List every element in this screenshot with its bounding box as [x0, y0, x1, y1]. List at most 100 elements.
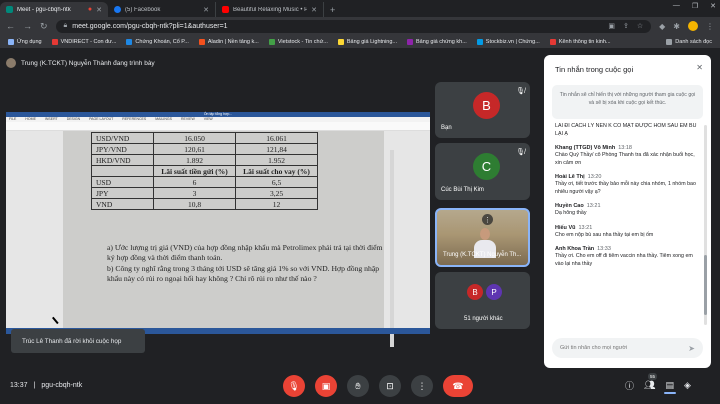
- lock-icon: 🔒︎: [63, 22, 68, 29]
- share-icon[interactable]: ⇪: [623, 22, 629, 30]
- presenter-avatar: [6, 58, 16, 68]
- question-b: b) Công ty nghĩ rằng trong 3 tháng tới U…: [107, 264, 380, 283]
- browser-tab-facebook[interactable]: (5) Facebook ✕: [108, 2, 216, 17]
- bookmark-label: Ứng dụng: [17, 38, 42, 45]
- table-cell: 121,84: [235, 143, 318, 155]
- meet-control-bar: 13:37 | pgu-cbqh-ntk 🎙︎ ▣ ✋︎ ⊡ ⋮ ☎︎ ⓘ 👥︎…: [0, 368, 720, 404]
- bookmark-item[interactable]: Ứng dụng: [4, 38, 46, 45]
- table-row: Lãi suất tiền gửi (%) Lãi suất cho vay (%…: [91, 165, 318, 177]
- chat-message-text: Thầy ơi, tiết trước thầy bảo mỗi này chi…: [555, 181, 696, 195]
- present-button[interactable]: ⊡: [379, 375, 401, 397]
- bookmark-star-icon[interactable]: ☆: [637, 22, 643, 30]
- puzzle-icon[interactable]: ✱: [673, 22, 680, 31]
- hand-icon: ✋︎: [355, 380, 361, 391]
- window-controls: — ❐ ✕: [673, 2, 716, 10]
- close-tab-icon[interactable]: ✕: [96, 6, 102, 14]
- ribbon-tab: INSERT: [44, 117, 58, 121]
- clock-time: 13:37: [10, 382, 28, 389]
- site-favicon-icon: [198, 38, 205, 45]
- table-row: USD/VND 16.050 16.061: [91, 132, 318, 144]
- participant-tile-others[interactable]: B P 51 người khác: [435, 272, 530, 329]
- message-time: 13:20: [587, 174, 602, 180]
- chat-message: Khang (TTGD) Võ Minh 13:18 Chào Quý Thầy/…: [555, 144, 701, 167]
- sender-name: Hiếu Vũ: [555, 224, 576, 231]
- close-window-icon[interactable]: ✕: [710, 2, 716, 10]
- tab-title: Meet - pgu-cbqh-ntk: [17, 6, 71, 13]
- camera-indicator-icon[interactable]: ▣: [608, 22, 615, 30]
- address-bar-row: ← → ↻ 🔒︎ meet.google.com/pgu-cbqh-ntk?pl…: [0, 17, 720, 35]
- chat-notice: Tin nhắn sẽ chỉ hiển thị với những người…: [552, 85, 703, 119]
- sender-name: Anh Khoa Trần: [555, 246, 595, 252]
- apps-grid-icon: [8, 38, 14, 45]
- table-cell: 3,25: [235, 187, 318, 199]
- bookmarks-bar: Ứng dụng VNDIRECT - Con đư... Chứng Khoá…: [0, 35, 720, 49]
- table-cell: [91, 165, 154, 177]
- avatar: P: [486, 284, 502, 300]
- participant-tile-presenter[interactable]: ⋮ Trung (K.TCKT) Nguyễn Th...: [435, 208, 530, 267]
- bookmark-label: Chứng Khoán, Cổ P...: [135, 38, 189, 45]
- end-call-icon: ☎︎: [452, 380, 464, 391]
- url-field[interactable]: 🔒︎ meet.google.com/pgu-cbqh-ntk?pli=1&au…: [55, 19, 652, 33]
- bookmark-label: Vietstock - Tin chứ...: [277, 38, 328, 45]
- site-favicon-icon: [476, 38, 483, 45]
- back-icon[interactable]: ←: [6, 21, 15, 31]
- participant-name: 51 người khác: [464, 316, 503, 322]
- chat-message-text: LÀI ĐÍ CÁCH LÝ NÊN K CÓ MẶT ĐƯỢC HÔM SAU…: [555, 123, 697, 137]
- table-cell: Lãi suất tiền gửi (%): [153, 165, 236, 177]
- maximize-icon[interactable]: ❐: [692, 2, 698, 10]
- info-icon[interactable]: ⓘ: [625, 379, 634, 392]
- ribbon-tab: DESIGN: [66, 117, 81, 121]
- extension-icon[interactable]: ◆: [659, 22, 665, 31]
- table-cell: 120,61: [153, 143, 236, 155]
- participant-tile[interactable]: 🎙︎̸ C Cúc Bùi Thị Kim: [435, 143, 530, 200]
- close-tab-icon[interactable]: ✕: [311, 6, 317, 14]
- shared-screen: Ôn tập tổng hợp... FILE HOME INSERT DESI…: [6, 112, 430, 347]
- chat-icon[interactable]: ▤: [664, 380, 677, 394]
- chat-messages: LÀI ĐÍ CÁCH LÝ NÊN K CÓ MẶT ĐƯỢC HÔM SAU…: [555, 123, 701, 323]
- chat-message: Anh Khoa Trần 13:33 Thầy ơi. Cho em off đ…: [555, 245, 701, 268]
- camera-off-button[interactable]: ▣: [315, 375, 337, 397]
- chat-message: Hiếu Vũ 13:21 Cho em nộp bù sau nha thầy …: [555, 224, 701, 240]
- browser-tab-music[interactable]: Beautiful Relaxing Music • P ✕: [216, 2, 324, 17]
- bookmark-item[interactable]: VNDIRECT - Con đư...: [48, 38, 121, 45]
- activities-icon[interactable]: ◈: [684, 380, 691, 391]
- send-icon[interactable]: ➤: [688, 344, 695, 353]
- new-tab-button[interactable]: +: [324, 2, 341, 17]
- reload-icon[interactable]: ↻: [40, 21, 48, 32]
- bookmark-item[interactable]: Stockbiz.vn | Chứng...: [473, 38, 544, 45]
- chat-input-box[interactable]: ➤: [552, 338, 703, 358]
- forward-icon[interactable]: →: [23, 21, 32, 31]
- raise-hand-button[interactable]: ✋︎: [347, 375, 369, 397]
- reading-list-button[interactable]: Danh sách đọc: [662, 38, 716, 45]
- browser-tab-meet[interactable]: Meet - pgu-cbqh-ntk ● ✕: [0, 2, 108, 17]
- chat-title: Tin nhắn trong cuộc gọi: [555, 65, 634, 74]
- document-page: USD/VND 16.050 16.061 JPY/VND 120,61 121,84 HK…: [63, 131, 384, 328]
- close-tab-icon[interactable]: ✕: [203, 6, 209, 14]
- chat-scrollbar[interactable]: [704, 125, 707, 325]
- minimize-icon[interactable]: —: [673, 2, 680, 10]
- url-text: meet.google.com/pgu-cbqh-ntk?pli=1&authu…: [72, 22, 228, 30]
- mic-off-button[interactable]: 🎙︎: [283, 375, 305, 397]
- facebook-favicon-icon: [114, 6, 121, 13]
- bookmark-label: Kênh thông tin kinh...: [558, 38, 611, 45]
- bookmark-item[interactable]: Bảng giá Lightning...: [334, 38, 401, 45]
- left-meeting-toast: Trúc Lê Thanh đã rời khỏi cuộc họp: [11, 329, 145, 353]
- scroll-thumb[interactable]: [704, 255, 707, 315]
- chat-input[interactable]: [560, 345, 689, 351]
- message-time: 13:21: [578, 224, 593, 231]
- bookmark-item[interactable]: Chứng Khoán, Cổ P...: [122, 38, 192, 45]
- more-options-icon[interactable]: ⋮: [482, 214, 493, 225]
- participant-tile-self[interactable]: 🎙︎̸ B Bạn: [435, 82, 530, 138]
- ribbon-tab: REFERENCES: [122, 117, 147, 121]
- close-icon[interactable]: ✕: [696, 63, 703, 72]
- more-options-button[interactable]: ⋮: [411, 375, 433, 397]
- bookmark-item[interactable]: Vietstock - Tin chứ...: [265, 38, 332, 45]
- profile-avatar[interactable]: [688, 21, 698, 31]
- people-icon[interactable]: 👥︎ 55: [644, 373, 658, 391]
- chat-message: Huyền Cao 13:21 Dạ hông thầy: [555, 202, 701, 218]
- bookmark-item[interactable]: Aladin | Nền tảng k...: [195, 38, 263, 45]
- leave-call-button[interactable]: ☎︎: [443, 375, 473, 397]
- menu-icon[interactable]: ⋮: [706, 22, 714, 31]
- bookmark-item[interactable]: Kênh thông tin kinh...: [546, 38, 615, 45]
- bookmark-item[interactable]: Bảng giá chứng kh...: [403, 38, 471, 45]
